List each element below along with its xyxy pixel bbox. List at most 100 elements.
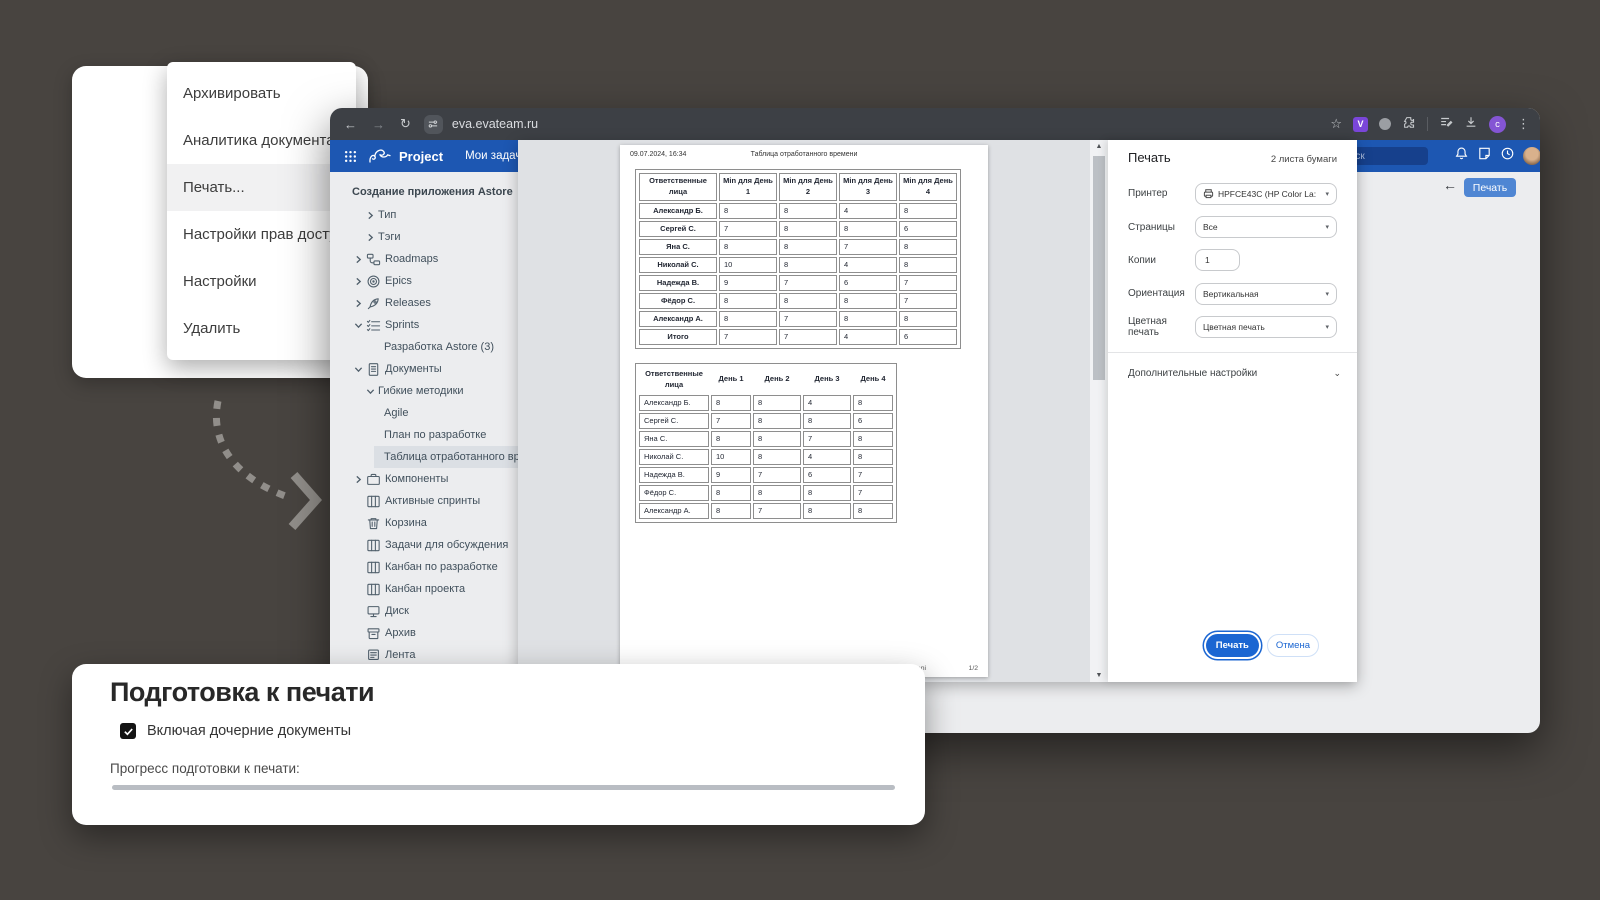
value-cell: 7 bbox=[899, 293, 957, 309]
chevron-right-icon[interactable] bbox=[366, 233, 378, 242]
sidebar-item[interactable]: Гибкие методики bbox=[330, 380, 518, 402]
printer-icon bbox=[1203, 188, 1214, 199]
sidebar-item[interactable]: Тэги bbox=[330, 226, 518, 248]
sidebar-item[interactable]: Разработка Astore (3) bbox=[330, 336, 518, 358]
profile-avatar[interactable]: c bbox=[1489, 116, 1506, 133]
chevron-right-icon[interactable] bbox=[354, 299, 366, 308]
more-settings-expander[interactable]: Дополнительные настройки ⌄ bbox=[1128, 362, 1341, 384]
chevron-right-icon[interactable] bbox=[354, 277, 366, 286]
value-cell: 6 bbox=[899, 329, 957, 345]
checkbox-label: Включая дочерние документы bbox=[147, 723, 351, 739]
value-cell: 7 bbox=[779, 275, 837, 291]
sidebar-item[interactable]: Лента bbox=[330, 644, 518, 666]
chevron-down-icon[interactable] bbox=[354, 365, 366, 374]
sidebar-item-label: Канбан проекта bbox=[385, 583, 465, 595]
row-name-cell: Яна С. bbox=[639, 239, 717, 255]
sidebar-item[interactable]: Задачи для обсуждения bbox=[330, 534, 518, 556]
sidebar-item[interactable]: Корзина bbox=[330, 512, 518, 534]
context-menu-item[interactable]: Печать... bbox=[167, 164, 356, 211]
product-name[interactable]: Project bbox=[399, 149, 443, 164]
value-cell: 8 bbox=[719, 293, 777, 309]
scroll-up-icon[interactable]: ▲ bbox=[1090, 143, 1108, 150]
value-cell: 4 bbox=[839, 257, 897, 273]
history-icon[interactable] bbox=[1500, 146, 1515, 166]
context-menu-item[interactable]: Архивировать bbox=[167, 70, 356, 117]
chevron-down-icon[interactable] bbox=[354, 321, 366, 330]
globe-icon[interactable] bbox=[1379, 118, 1391, 130]
sidebar-item[interactable]: Таблица отработанного времени bbox=[330, 446, 518, 468]
sidebar-item[interactable]: Архив bbox=[330, 622, 518, 644]
value-cell: 8 bbox=[753, 485, 801, 501]
browser-menu-icon[interactable]: ⋮ bbox=[1517, 116, 1530, 132]
browser-window: ← → ↻ eva.evateam.ru ☆ V bbox=[330, 108, 1540, 733]
scroll-down-icon[interactable]: ▼ bbox=[1090, 672, 1108, 679]
print-setting-label: Копии bbox=[1128, 255, 1195, 266]
value-cell: 8 bbox=[839, 311, 897, 327]
dialog-cancel-button[interactable]: Отмена bbox=[1267, 634, 1319, 657]
value-cell: 8 bbox=[853, 395, 893, 411]
copies-input[interactable]: 1 bbox=[1195, 249, 1240, 271]
value-cell: 8 bbox=[839, 221, 897, 237]
value-cell: 8 bbox=[803, 413, 851, 429]
chevron-right-icon[interactable] bbox=[354, 475, 366, 484]
print-preparation-modal: Подготовка к печати Включая дочерние док… bbox=[72, 664, 925, 825]
project-title[interactable]: Создание приложения Astore bbox=[330, 180, 518, 204]
sidebar-item[interactable]: Компоненты bbox=[330, 468, 518, 490]
page-print-button[interactable]: Печать bbox=[1464, 178, 1516, 197]
printer-select[interactable]: HPFCE43C (HP Color La:▾ bbox=[1195, 183, 1337, 205]
site-settings-icon[interactable] bbox=[424, 115, 443, 134]
address-bar[interactable]: eva.evateam.ru bbox=[452, 117, 538, 131]
orientation-select[interactable]: Вертикальная▾ bbox=[1195, 283, 1337, 305]
sidebar-item[interactable]: Agile bbox=[330, 402, 518, 424]
forward-icon[interactable]: → bbox=[372, 117, 385, 132]
sidebar-item[interactable]: Sprints bbox=[330, 314, 518, 336]
app-grid-icon[interactable] bbox=[344, 150, 357, 163]
page-back-icon[interactable]: ← bbox=[1443, 177, 1457, 193]
chevron-right-icon[interactable] bbox=[354, 255, 366, 264]
value-cell: 8 bbox=[899, 257, 957, 273]
back-icon[interactable]: ← bbox=[344, 117, 357, 132]
preview-scrollbar[interactable]: ▲ ▼ bbox=[1090, 140, 1108, 682]
sidebar-item[interactable]: Releases bbox=[330, 292, 518, 314]
sidebar-item-label: Тэги bbox=[378, 231, 401, 243]
reload-icon[interactable]: ↻ bbox=[400, 116, 411, 132]
sidebar-item[interactable]: Epics bbox=[330, 270, 518, 292]
more-settings-label: Дополнительные настройки bbox=[1128, 368, 1257, 379]
sidebar-item[interactable]: Документы bbox=[330, 358, 518, 380]
extension-v-icon[interactable]: V bbox=[1353, 117, 1368, 132]
dialog-print-button[interactable]: Печать bbox=[1206, 634, 1259, 657]
sidebar-item[interactable]: Канбан проекта bbox=[330, 578, 518, 600]
include-children-checkbox[interactable] bbox=[120, 723, 136, 739]
reading-list-icon[interactable] bbox=[1439, 115, 1453, 134]
column-header: Ответственные лица bbox=[639, 173, 717, 201]
print-setting-row: СтраницыВсе▾ bbox=[1108, 210, 1357, 243]
notes-icon[interactable] bbox=[1477, 146, 1492, 166]
desktop-background: АрхивироватьАналитика документаПечать...… bbox=[0, 0, 1600, 900]
value-cell: 7 bbox=[719, 221, 777, 237]
sidebar-item[interactable]: План по разработке bbox=[330, 424, 518, 446]
sidebar-item[interactable]: Диск bbox=[330, 600, 518, 622]
chevron-right-icon[interactable] bbox=[366, 211, 378, 220]
extensions-puzzle-icon[interactable] bbox=[1402, 115, 1416, 134]
sidebar-item[interactable]: Roadmaps bbox=[330, 248, 518, 270]
print-setting-row: ПринтерHPFCE43C (HP Color La:▾ bbox=[1108, 177, 1357, 210]
context-menu-item[interactable]: Настройки прав доступа bbox=[167, 211, 356, 258]
bookmark-star-icon[interactable]: ☆ bbox=[1330, 116, 1342, 132]
chevron-down-icon[interactable] bbox=[366, 387, 378, 396]
row-name-cell: Николай С. bbox=[639, 257, 717, 273]
bell-icon[interactable] bbox=[1454, 146, 1469, 166]
sidebar-item[interactable]: Тип bbox=[330, 204, 518, 226]
sidebar-item[interactable]: Активные спринты bbox=[330, 490, 518, 512]
download-icon[interactable] bbox=[1464, 115, 1478, 134]
value-cell: 9 bbox=[711, 467, 751, 483]
context-menu-item[interactable]: Аналитика документа bbox=[167, 117, 356, 164]
context-menu-item[interactable]: Удалить bbox=[167, 305, 356, 352]
context-menu-item[interactable]: Настройки bbox=[167, 258, 356, 305]
pages-select[interactable]: Все▾ bbox=[1195, 216, 1337, 238]
sidebar-item[interactable]: Канбан по разработке bbox=[330, 556, 518, 578]
document-paper: 09.07.2024, 16:34 Таблица отработанного … bbox=[620, 145, 988, 677]
scrollbar-thumb[interactable] bbox=[1093, 156, 1105, 380]
color-mode-select[interactable]: Цветная печать▾ bbox=[1195, 316, 1337, 338]
column-header: День 3 bbox=[803, 367, 851, 393]
user-avatar[interactable] bbox=[1523, 147, 1540, 165]
